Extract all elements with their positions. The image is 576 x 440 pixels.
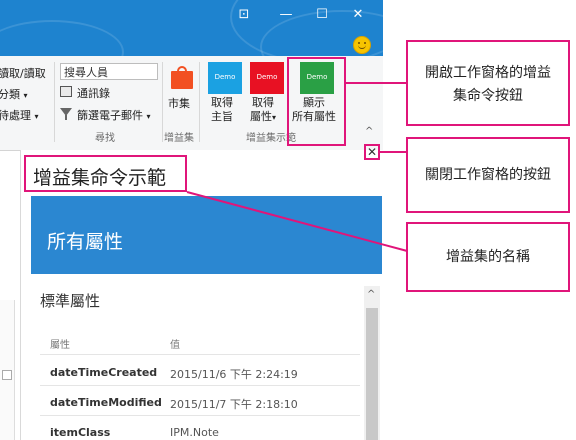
close-button-highlight bbox=[364, 144, 380, 160]
list-checkbox[interactable] bbox=[2, 370, 12, 380]
table-row-value: IPM.Note bbox=[170, 426, 219, 439]
scrollbar-thumb[interactable] bbox=[366, 308, 378, 440]
restore-layout-button[interactable]: ⊡ bbox=[226, 1, 262, 29]
find-group-label: 尋找 bbox=[95, 133, 115, 144]
ribbon-item-follow-up[interactable]: 待處理 ▾ bbox=[0, 107, 39, 123]
chevron-down-icon: ▾ bbox=[23, 91, 28, 100]
filter-email-button[interactable]: 篩選電子郵件 ▾ bbox=[60, 107, 151, 123]
minimize-button[interactable]: — bbox=[268, 1, 304, 29]
ribbon-separator bbox=[162, 62, 163, 142]
table-row-key: dateTimeModified bbox=[50, 396, 162, 409]
callout-close-pane: 關閉工作窗格的按鈕 bbox=[406, 137, 570, 213]
table-row-key: dateTimeCreated bbox=[50, 366, 158, 379]
search-people-input[interactable]: 搜尋人員 bbox=[60, 63, 158, 80]
store-bag-handle bbox=[177, 66, 187, 74]
follow-up-label: 待處理 bbox=[0, 109, 31, 122]
ribbon-separator bbox=[199, 62, 200, 142]
ribbon-item-categorize[interactable]: 分類 ▾ bbox=[0, 86, 28, 102]
address-book-icon bbox=[60, 86, 72, 97]
feedback-smiley-icon[interactable] bbox=[353, 36, 371, 54]
section-title: 標準屬性 bbox=[40, 292, 101, 310]
filter-icon-stem bbox=[65, 115, 67, 120]
get-subject-demo-icon[interactable]: Demo bbox=[208, 62, 242, 94]
get-properties-text: 屬性 bbox=[250, 110, 272, 123]
pane-header-title: 所有屬性 bbox=[47, 231, 124, 253]
ribbon-separator bbox=[54, 62, 55, 142]
scroll-up-icon[interactable]: ^ bbox=[367, 289, 375, 300]
table-row-value: 2015/11/6 下午 2:24:19 bbox=[170, 368, 298, 381]
row-divider bbox=[40, 415, 360, 416]
title-decoration bbox=[0, 20, 124, 56]
column-header-value: 值 bbox=[170, 340, 180, 351]
store-button[interactable] bbox=[171, 66, 193, 90]
callout-open-pane-text: 開啟工作窗格的增益集命令按鈕 bbox=[425, 65, 551, 104]
table-row-value: 2015/11/7 下午 2:18:10 bbox=[170, 398, 298, 411]
callout-addin-name: 增益集的名稱 bbox=[406, 222, 570, 292]
get-properties-label-2: 屬性▾ bbox=[250, 110, 276, 125]
callout-line-close bbox=[380, 151, 408, 153]
row-divider bbox=[40, 354, 360, 355]
get-subject-label-2: 主旨 bbox=[211, 110, 233, 123]
chevron-down-icon: ▾ bbox=[34, 112, 39, 121]
addins-group-label: 增益集 bbox=[164, 133, 194, 144]
get-properties-button[interactable]: 取得 屬性▾ bbox=[250, 96, 276, 125]
column-header-property: 屬性 bbox=[50, 340, 70, 351]
table-row-key: itemClass bbox=[50, 426, 111, 439]
chevron-down-icon: ▾ bbox=[272, 113, 277, 122]
addin-name-highlight bbox=[24, 155, 187, 192]
close-window-button[interactable]: ✕ bbox=[340, 1, 376, 29]
filter-email-label: 篩選電子郵件 bbox=[77, 109, 143, 122]
address-book-button[interactable]: 通訊錄 bbox=[60, 85, 110, 101]
row-divider bbox=[40, 385, 360, 386]
callout-addin-name-text: 增益集的名稱 bbox=[446, 249, 530, 265]
chevron-down-icon: ▾ bbox=[146, 112, 151, 121]
store-label[interactable]: 市集 bbox=[168, 97, 190, 111]
maximize-button[interactable]: ☐ bbox=[304, 1, 340, 29]
callout-line-open bbox=[346, 82, 407, 84]
show-all-button-highlight bbox=[287, 57, 346, 146]
callout-open-pane: 開啟工作窗格的增益集命令按鈕 bbox=[406, 40, 570, 126]
ribbon-item-read-unread[interactable]: 讀取/讀取 bbox=[0, 65, 46, 81]
get-subject-button[interactable]: 取得 主旨 bbox=[211, 96, 233, 124]
get-properties-label-1: 取得 bbox=[252, 96, 274, 109]
categorize-label: 分類 bbox=[0, 88, 20, 101]
get-subject-label-1: 取得 bbox=[211, 96, 233, 109]
collapse-ribbon-icon[interactable]: ^ bbox=[365, 126, 373, 137]
get-properties-demo-icon[interactable]: Demo bbox=[250, 62, 284, 94]
callout-close-pane-text: 關閉工作窗格的按鈕 bbox=[425, 167, 551, 183]
